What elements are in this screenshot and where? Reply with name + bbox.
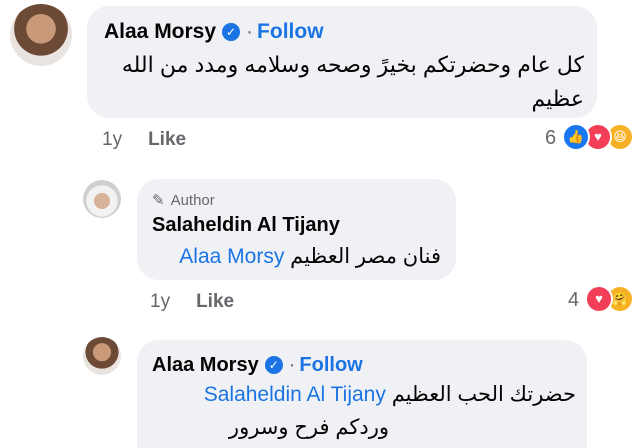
comment-text-line-1: حضرتك الحب العظيم Salaheldin Al Tijany: [204, 378, 576, 412]
comment-text-line-2: عظيم: [531, 86, 584, 111]
comment-age: 1y: [102, 129, 123, 150]
follow-button[interactable]: Follow: [257, 20, 324, 43]
mention-link[interactable]: Alaa Morsy: [179, 245, 284, 268]
like-icon: 👍: [562, 123, 590, 151]
separator-dot: ·: [288, 354, 296, 376]
like-button[interactable]: Like: [196, 291, 234, 312]
comment-age: 1y: [150, 291, 171, 312]
mention-link[interactable]: Salaheldin Al Tijany: [204, 383, 386, 406]
verified-badge-icon: ✓: [222, 23, 241, 41]
author-name[interactable]: Salaheldin Al Tijany: [152, 214, 340, 237]
comment-text-line-2: وردكم فرح وسرور: [228, 416, 389, 439]
like-button[interactable]: Like: [148, 129, 186, 150]
comment-text-line-1: كل عام وحضرتكم بخيرً وصحه وسلامه ومدد من…: [121, 52, 584, 77]
author-name[interactable]: Alaa Morsy: [104, 20, 216, 43]
reaction-count[interactable]: 4: [568, 289, 579, 312]
separator-dot: ·: [246, 20, 254, 43]
comment-text-body: حضرتك الحب العظيم: [391, 383, 576, 406]
follow-button[interactable]: Follow: [299, 354, 362, 376]
pencil-icon: ✎: [152, 192, 165, 209]
author-badge-label: Author: [170, 192, 215, 209]
author-name[interactable]: Alaa Morsy: [152, 354, 259, 376]
avatar[interactable]: [10, 4, 72, 66]
author-badge: ✎ Author: [152, 191, 215, 209]
comment-actions: 1y Like: [102, 129, 186, 151]
comment-text-body: فنان مصر العظيم: [290, 245, 441, 268]
verified-badge-icon: ✓: [264, 356, 283, 374]
comment-text: فنان مصر العظيم Alaa Morsy: [179, 240, 441, 274]
comment-header: Alaa Morsy ✓ · Follow: [152, 354, 363, 377]
avatar[interactable]: [83, 180, 121, 218]
comment-header: Alaa Morsy ✓ · Follow: [104, 20, 324, 44]
avatar[interactable]: [83, 337, 121, 375]
reaction-count[interactable]: 6: [545, 127, 556, 150]
love-icon: ♥: [585, 285, 613, 313]
comment-actions: 1y Like: [150, 291, 234, 313]
